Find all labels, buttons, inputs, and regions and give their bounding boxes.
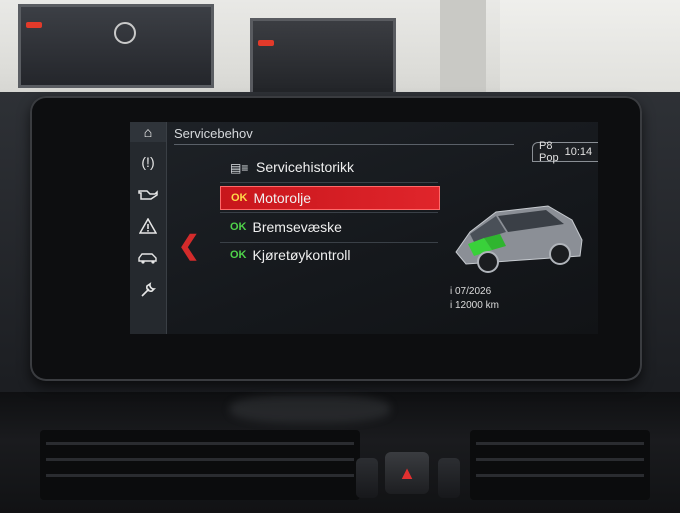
menu-item-label: Servicehistorikk	[256, 159, 355, 175]
background-car-logo	[114, 22, 136, 44]
hazard-button[interactable]: ▲	[385, 452, 429, 494]
warning-triangle-icon[interactable]	[133, 212, 163, 240]
infotainment-screen: ⌂ (!) Servicebehov P8 Pop 10:14 ❮ ▤≡ Ser…	[130, 122, 598, 334]
background-taillight	[258, 40, 274, 46]
service-wrench-icon[interactable]	[133, 276, 163, 304]
menu-item-label: Motorolje	[253, 190, 312, 206]
page-title: Servicebehov	[174, 126, 253, 141]
air-vent-left	[40, 430, 360, 500]
side-icon-strip: ⌂ (!)	[130, 122, 167, 334]
service-history-icon: ▤≡	[230, 161, 249, 175]
menu-divider	[220, 212, 438, 213]
car-illustration	[455, 205, 583, 273]
menu-divider	[220, 242, 438, 243]
menu-item-motorolje[interactable]: OK Motorolje	[220, 186, 440, 210]
back-chevron-icon[interactable]: ❮	[178, 230, 200, 261]
background-taillight	[26, 22, 42, 28]
air-vent-right	[470, 430, 650, 500]
radio-station: P8 Pop	[539, 140, 559, 164]
console-button-right[interactable]	[438, 458, 460, 498]
menu-item-label: Kjøretøykontroll	[252, 247, 351, 263]
menu-item-kjoretoykontroll[interactable]: OK Kjøretøykontroll	[220, 244, 438, 266]
menu-divider	[220, 182, 438, 183]
oil-can-icon[interactable]	[133, 180, 163, 208]
service-due-date: i 07/2026	[450, 286, 492, 297]
menu-item-label: Bremsevæske	[252, 219, 342, 235]
garage-window-left	[18, 4, 214, 88]
home-icon[interactable]: ⌂	[130, 122, 166, 142]
status-badge: OK	[231, 192, 248, 204]
clock: 10:14	[564, 146, 593, 158]
service-due-distance: i 12000 km	[450, 300, 499, 311]
menu-item-servicehistorikk[interactable]: ▤≡ Servicehistorikk	[220, 156, 438, 178]
status-bar: P8 Pop 10:14	[532, 140, 598, 164]
status-badge: OK	[230, 221, 247, 233]
status-badge: OK	[230, 249, 247, 261]
tire-pressure-icon[interactable]: (!)	[133, 148, 163, 176]
car-icon[interactable]	[133, 244, 163, 272]
screen-reflection	[230, 395, 390, 423]
title-divider	[174, 144, 514, 145]
garage-window-mid	[250, 18, 396, 96]
console-button-left[interactable]	[356, 458, 378, 498]
menu-item-bremsevaeske[interactable]: OK Bremsevæske	[220, 216, 438, 238]
